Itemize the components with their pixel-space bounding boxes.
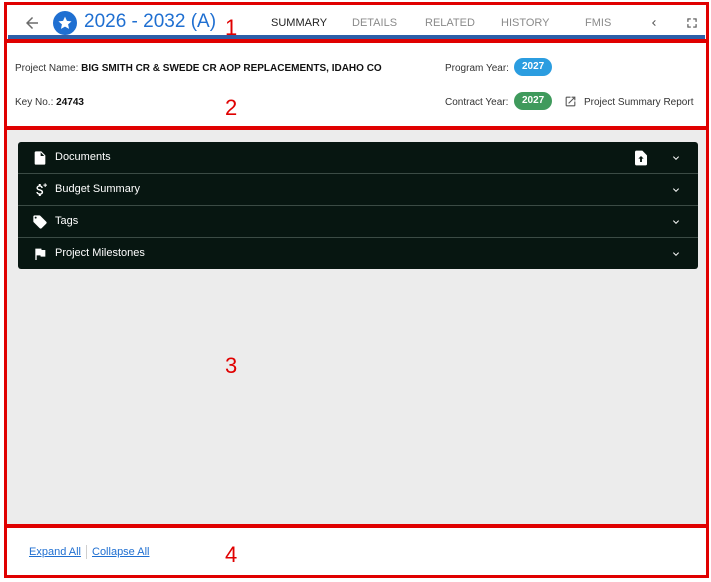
chevron-down-icon[interactable]: [670, 248, 682, 260]
footer-bar: Expand All Collapse All 4: [4, 525, 709, 578]
project-name-row: Project Name: BIG SMITH CR & SWEDE CR AO…: [15, 63, 382, 74]
chevron-down-icon[interactable]: [670, 216, 682, 228]
accordion-tags[interactable]: Tags: [18, 206, 698, 238]
chevron-down-icon[interactable]: [670, 152, 682, 164]
accordion-label: Project Milestones: [55, 247, 145, 259]
collapse-all-link[interactable]: Collapse All: [92, 546, 149, 558]
tab-history[interactable]: HISTORY: [501, 17, 550, 29]
region-number-3: 3: [225, 353, 238, 378]
favorite-star-icon[interactable]: [53, 11, 77, 35]
contract-year-label: Contract Year:: [445, 97, 509, 108]
document-icon: [34, 151, 46, 165]
key-no-value: 24743: [56, 97, 84, 108]
contract-year-badge: 2027: [514, 92, 553, 110]
expand-all-link[interactable]: Expand All: [29, 546, 81, 558]
tag-icon: [33, 215, 47, 229]
accordion-label: Tags: [55, 215, 79, 227]
tab-related[interactable]: RELATED: [425, 17, 475, 29]
upload-file-icon[interactable]: [634, 150, 648, 166]
program-year-label: Program Year:: [445, 63, 509, 74]
content-area: Documents Budget Summary Tags Project Mi…: [4, 127, 709, 527]
project-name-value: BIG SMITH CR & SWEDE CR AOP REPLACEMENTS…: [81, 63, 382, 74]
tab-summary[interactable]: SUMMARY: [271, 17, 327, 29]
chevron-down-icon[interactable]: [670, 184, 682, 196]
project-name-label: Project Name:: [15, 63, 79, 74]
region-number-1: 1: [225, 15, 238, 40]
footer-divider: [86, 545, 87, 559]
project-summary-report-link[interactable]: Project Summary Report: [584, 97, 693, 108]
region-number-4: 4: [225, 542, 238, 567]
accordion-documents[interactable]: Documents: [18, 142, 698, 174]
external-link-icon[interactable]: [564, 95, 577, 108]
project-details: Project Name: BIG SMITH CR & SWEDE CR AO…: [4, 40, 709, 129]
accordion-budget-summary[interactable]: Budget Summary: [18, 174, 698, 206]
flag-icon: [35, 248, 46, 260]
tab-fmis[interactable]: FMIS: [585, 17, 611, 29]
region-number-2: 2: [225, 95, 238, 120]
back-arrow-icon[interactable]: [23, 14, 41, 32]
dollar-icon: [36, 183, 47, 196]
accordion-project-milestones[interactable]: Project Milestones: [18, 238, 698, 269]
fullscreen-icon[interactable]: [685, 16, 699, 30]
accordion-label: Budget Summary: [55, 183, 140, 195]
page-title: 2026 - 2032 (A): [84, 11, 217, 32]
chevron-left-icon[interactable]: [648, 17, 660, 29]
header-bar: 2026 - 2032 (A) SUMMARY DETAILS RELATED …: [4, 2, 709, 42]
program-year-badge: 2027: [514, 58, 553, 76]
header-accent-line: [8, 35, 705, 39]
section-accordion: Documents Budget Summary Tags Project Mi…: [18, 142, 698, 269]
key-no-label: Key No.:: [15, 97, 54, 108]
accordion-label: Documents: [55, 151, 111, 163]
key-no-row: Key No.: 24743: [15, 97, 84, 108]
tab-details[interactable]: DETAILS: [352, 17, 397, 29]
